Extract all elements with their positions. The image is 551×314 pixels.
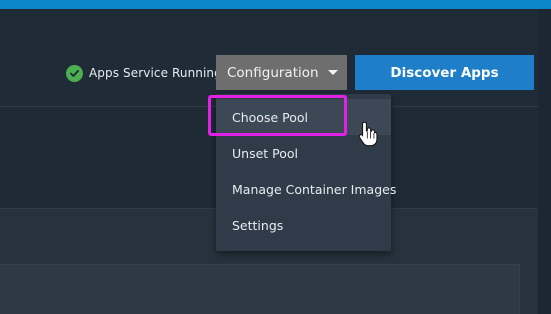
top-accent-stripe bbox=[0, 0, 551, 9]
menu-item-settings[interactable]: Settings bbox=[216, 207, 391, 243]
apps-service-status: Apps Service Running bbox=[66, 64, 222, 82]
discover-apps-button[interactable]: Discover Apps bbox=[355, 55, 534, 90]
menu-item-label: Unset Pool bbox=[232, 145, 299, 161]
scrollbar-track[interactable] bbox=[538, 9, 551, 314]
status-label: Apps Service Running bbox=[89, 66, 222, 80]
caret-down-icon bbox=[327, 70, 338, 75]
menu-item-label: Settings bbox=[232, 217, 284, 233]
configuration-menu: Choose Pool Unset Pool Manage Container … bbox=[216, 94, 396, 251]
content-card-body bbox=[0, 264, 520, 314]
check-circle-icon bbox=[66, 64, 83, 82]
configuration-button[interactable]: Configuration bbox=[216, 55, 347, 90]
menu-item-label: Manage Container Images bbox=[232, 181, 397, 197]
menu-item-manage-container-images[interactable]: Manage Container Images bbox=[216, 171, 396, 207]
configuration-button-label: Configuration bbox=[227, 64, 319, 81]
menu-item-choose-pool[interactable]: Choose Pool bbox=[216, 99, 391, 135]
discover-apps-button-label: Discover Apps bbox=[390, 64, 499, 81]
menu-item-unset-pool[interactable]: Unset Pool bbox=[216, 135, 391, 171]
menu-item-label: Choose Pool bbox=[232, 109, 308, 125]
